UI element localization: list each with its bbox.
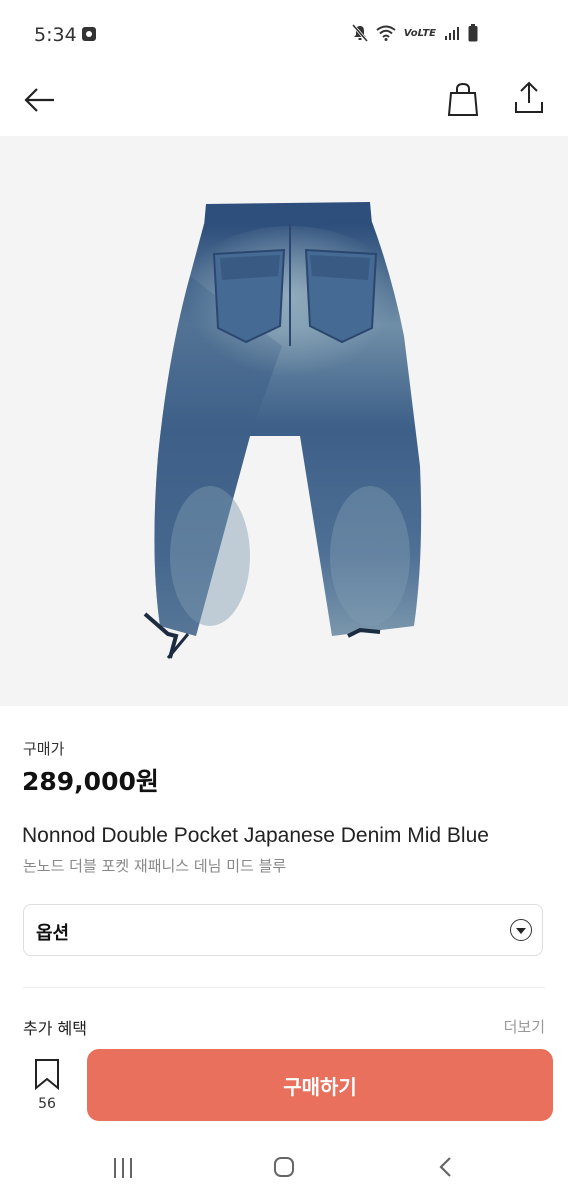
benefits-label: 추가 혜택 xyxy=(23,1019,87,1038)
mute-icon xyxy=(351,24,368,42)
top-navigation xyxy=(0,70,568,130)
share-button[interactable] xyxy=(512,80,546,116)
signal-icon xyxy=(444,25,460,41)
chevron-down-icon xyxy=(510,919,532,941)
status-bar: 5:34 VoLTE xyxy=(0,0,568,70)
price-label: 구매가 xyxy=(23,740,65,758)
system-back-icon[interactable] xyxy=(438,1156,452,1182)
shopping-bag-button[interactable] xyxy=(446,82,480,118)
bookmark-count: 56 xyxy=(38,1096,56,1112)
status-time: 5:34 xyxy=(34,24,77,46)
arrow-left-icon xyxy=(24,88,54,112)
recent-apps-icon[interactable] xyxy=(114,1158,132,1178)
share-icon xyxy=(515,81,543,113)
android-navigation-bar xyxy=(0,1140,568,1200)
battery-icon xyxy=(468,24,478,42)
option-selector[interactable]: 옵션 xyxy=(23,904,543,956)
status-icons: VoLTE xyxy=(351,24,478,42)
option-label: 옵션 xyxy=(36,923,70,944)
buy-button[interactable]: 구매하기 xyxy=(87,1049,553,1121)
price-value: 289,000원 xyxy=(22,767,159,796)
volte-indicator: VoLTE xyxy=(403,27,436,39)
divider xyxy=(23,987,545,988)
product-title: Nonnod Double Pocket Japanese Denim Mid … xyxy=(22,824,489,847)
shopping-bag-icon xyxy=(447,82,479,116)
bookmark-icon xyxy=(35,1059,59,1090)
denim-jeans-image xyxy=(143,202,422,659)
bookmark-button[interactable]: 56 xyxy=(25,1058,69,1118)
product-subtitle: 논노드 더블 포켓 재패니스 데님 미드 블루 xyxy=(23,857,287,875)
more-link[interactable]: 더보기 xyxy=(504,1016,545,1037)
notification-icon xyxy=(82,27,96,41)
back-button[interactable] xyxy=(22,82,58,118)
product-image[interactable] xyxy=(0,136,568,706)
home-icon[interactable] xyxy=(274,1157,294,1177)
wifi-icon xyxy=(376,25,396,41)
